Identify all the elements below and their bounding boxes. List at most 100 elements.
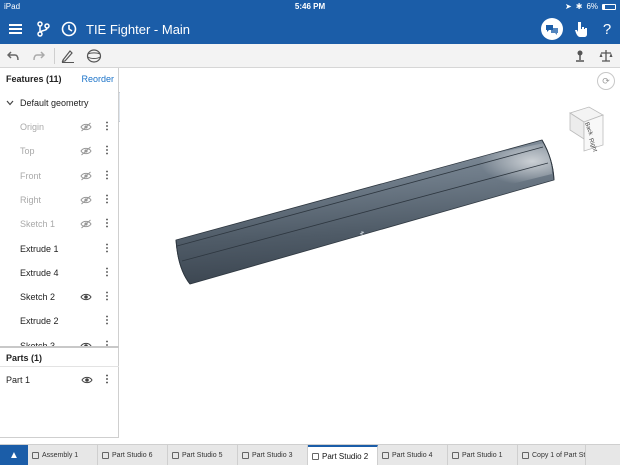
touch-mode-icon[interactable] xyxy=(570,18,592,40)
feature-label: Origin xyxy=(20,122,45,132)
feature-row[interactable]: Front ⋮ xyxy=(20,169,116,185)
eye-hidden-icon[interactable] xyxy=(80,171,92,181)
bluetooth-icon: ✱ xyxy=(575,2,583,11)
part-studio-icon xyxy=(382,452,389,459)
feature-label: Extrude 1 xyxy=(20,243,59,254)
tab-part-studio-1[interactable]: Part Studio 1 xyxy=(448,445,518,465)
feature-list-panel: Features (11) Reorder Default geometry O… xyxy=(0,68,119,438)
feature-list: Origin ⋮ Top ⋮ Front ⋮ Right ⋮ Sketch 1 ⋮ Extrude … xyxy=(0,68,119,346)
document-title: TIE Fighter - Main xyxy=(86,22,190,37)
clock: 5:46 PM xyxy=(294,2,326,11)
tab-label: Part Studio 2 xyxy=(322,452,369,461)
measure-scale-icon[interactable] xyxy=(597,47,615,65)
chat-bubbles-icon xyxy=(541,18,563,40)
tab-label: Assembly 1 xyxy=(42,452,79,459)
toolbar-divider xyxy=(54,48,55,64)
feature-label: Extrude 4 xyxy=(20,267,59,278)
feature-row[interactable]: Top ⋮ xyxy=(20,144,116,160)
tab-label: Part Studio 5 xyxy=(182,452,223,459)
parts-list-title: Parts (1) xyxy=(6,353,43,363)
part-studio-icon xyxy=(452,452,459,459)
tab-part-studio-4[interactable]: Part Studio 4 xyxy=(378,445,448,465)
mate-connector-icon[interactable] xyxy=(571,47,589,65)
help-icon[interactable]: ? xyxy=(596,18,618,40)
tab-part-studio-5[interactable]: Part Studio 5 xyxy=(168,445,238,465)
part-label: Part 1 xyxy=(6,375,31,385)
more-options-icon[interactable]: ⋮ xyxy=(102,169,112,183)
feature-label: Front xyxy=(20,170,42,181)
workspace-name: Main xyxy=(161,22,191,37)
tab-part-studio-3[interactable]: Part Studio 3 xyxy=(238,445,308,465)
redo-icon[interactable] xyxy=(30,47,48,65)
tab-assembly-1[interactable]: Assembly 1 xyxy=(28,445,98,465)
more-options-icon[interactable]: ⋮ xyxy=(102,266,112,280)
assembly-icon xyxy=(32,452,39,459)
part-row[interactable]: Part 1 ⋮ xyxy=(6,373,116,389)
eye-hidden-icon[interactable] xyxy=(80,219,92,229)
more-options-icon[interactable]: ⋮ xyxy=(102,144,112,158)
more-options-icon[interactable]: ⋮ xyxy=(102,373,112,387)
extrude-solid-icon[interactable] xyxy=(85,47,103,65)
eye-hidden-icon[interactable] xyxy=(80,195,92,205)
comments-button[interactable] xyxy=(541,18,563,40)
status-indicators: ➤ ✱ 6% xyxy=(565,2,616,11)
rotate-view-icon[interactable]: ⟳ xyxy=(597,72,615,90)
tab-bar: ▲ Assembly 1 Part Studio 6 Part Studio 5 Pa… xyxy=(0,444,620,465)
battery-icon xyxy=(602,3,616,10)
undo-icon[interactable] xyxy=(4,47,22,65)
more-options-icon[interactable]: ⋮ xyxy=(102,339,112,346)
location-icon: ➤ xyxy=(565,2,572,11)
feature-row[interactable]: Extrude 1 ⋮ xyxy=(20,242,116,258)
feature-row[interactable]: Origin ⋮ xyxy=(20,120,116,136)
model-canvas xyxy=(175,139,555,285)
more-options-icon[interactable]: ⋮ xyxy=(102,314,112,328)
eye-hidden-icon[interactable] xyxy=(80,146,92,156)
part-studio-icon xyxy=(312,453,319,460)
history-clock-icon[interactable] xyxy=(58,18,80,40)
tab-manager-toggle[interactable]: ▲ xyxy=(0,445,28,465)
toolbar xyxy=(0,44,620,68)
title-separator: - xyxy=(150,22,162,37)
panel-divider[interactable] xyxy=(0,346,119,348)
view-cube[interactable]: Back Right xyxy=(567,105,607,157)
more-options-icon[interactable]: ⋮ xyxy=(102,290,112,304)
feature-row[interactable]: Sketch 2 ⋮ xyxy=(20,290,116,306)
3d-viewport[interactable] xyxy=(120,69,620,444)
part-studio-icon xyxy=(172,452,179,459)
feature-label: Sketch 1 xyxy=(20,219,56,230)
more-options-icon[interactable]: ⋮ xyxy=(102,193,112,207)
feature-label: Right xyxy=(20,194,42,205)
battery-percent: 6% xyxy=(586,2,598,11)
tab-label: Part Studio 3 xyxy=(252,452,293,459)
menu-icon[interactable] xyxy=(4,18,26,40)
feature-label: Extrude 2 xyxy=(20,316,59,327)
eye-icon[interactable] xyxy=(80,292,92,302)
tab-part-studio-6[interactable]: Part Studio 6 xyxy=(98,445,168,465)
cylinder-part[interactable] xyxy=(175,139,555,285)
parts-header-separator xyxy=(0,366,119,367)
feature-row[interactable]: Right ⋮ xyxy=(20,193,116,209)
part-studio-icon xyxy=(102,452,109,459)
more-options-icon[interactable]: ⋮ xyxy=(102,120,112,134)
feature-label: Top xyxy=(20,146,35,157)
more-options-icon[interactable]: ⋮ xyxy=(102,217,112,231)
part-studio-icon xyxy=(522,452,529,459)
feature-row[interactable]: Extrude 4 ⋮ xyxy=(20,266,116,282)
versions-branch-icon[interactable] xyxy=(32,18,54,40)
more-options-icon[interactable]: ⋮ xyxy=(102,242,112,256)
tab-label: Part Studio 6 xyxy=(112,452,153,459)
tab-label: Copy 1 of Part Stu... xyxy=(532,452,586,459)
eye-hidden-icon[interactable] xyxy=(80,122,92,132)
tab-copy-1-of-part-stu[interactable]: Copy 1 of Part Stu... xyxy=(518,445,586,465)
tab-label: Part Studio 4 xyxy=(392,452,433,459)
feature-label: Sketch 2 xyxy=(20,292,56,303)
tab-label: Part Studio 1 xyxy=(462,452,503,459)
feature-row[interactable]: Extrude 2 ⋮ xyxy=(20,314,116,330)
eye-icon[interactable] xyxy=(81,375,93,385)
chevron-up-icon: ▲ xyxy=(9,450,19,461)
tab-part-studio-2[interactable]: Part Studio 2 xyxy=(308,445,378,465)
part-studio-icon xyxy=(242,452,249,459)
feature-row[interactable]: Sketch 1 ⋮ xyxy=(20,217,116,233)
feature-row[interactable]: Sketch 3 ⋮ xyxy=(20,339,116,346)
sketch-pencil-icon[interactable] xyxy=(59,47,77,65)
